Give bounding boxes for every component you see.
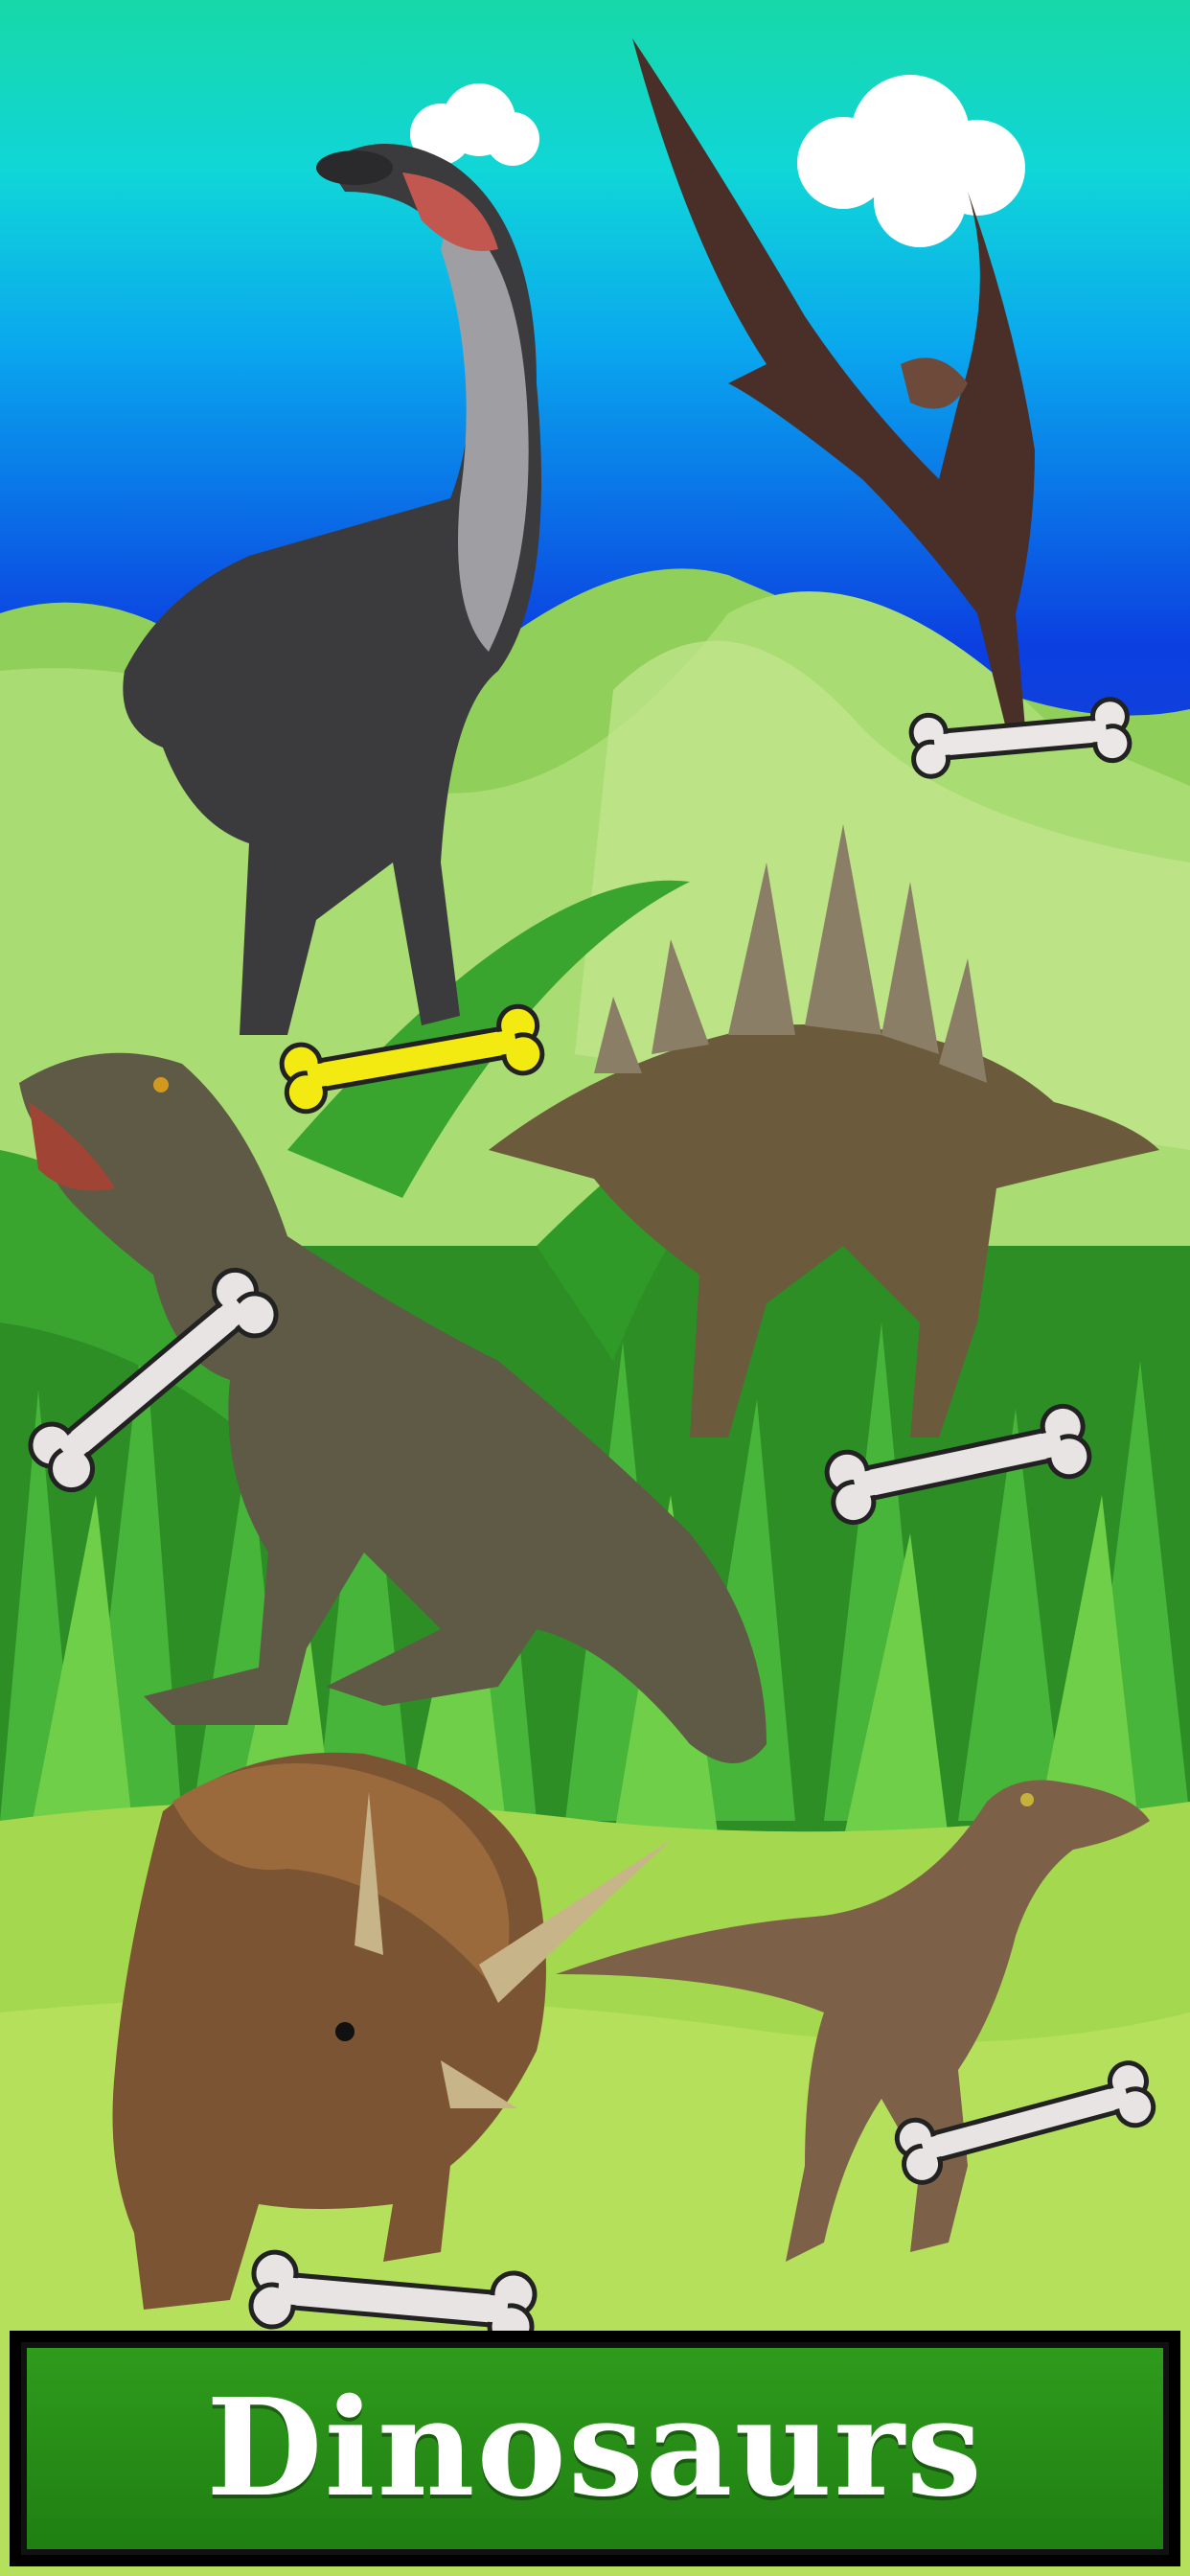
bone-stegosaurus[interactable] (823, 1403, 1092, 1527)
bone-brachiosaurus-selected[interactable] (279, 1003, 545, 1115)
title-banner-panel: Dinosaurs (21, 2342, 1169, 2555)
game-scene: Dinosaurs (0, 0, 1190, 2576)
stegosaurus-dinosaur[interactable] (489, 824, 1159, 1438)
title-banner: Dinosaurs (10, 2331, 1180, 2566)
dinosaur-layer (19, 38, 1159, 2351)
game-title: Dinosaurs (206, 2370, 984, 2527)
triceratops-dinosaur[interactable] (112, 1752, 672, 2310)
velociraptor-dinosaur[interactable] (556, 1780, 1150, 2263)
pteranodon-dinosaur[interactable] (632, 38, 1035, 728)
brachiosaurus-dinosaur[interactable] (123, 144, 541, 1035)
